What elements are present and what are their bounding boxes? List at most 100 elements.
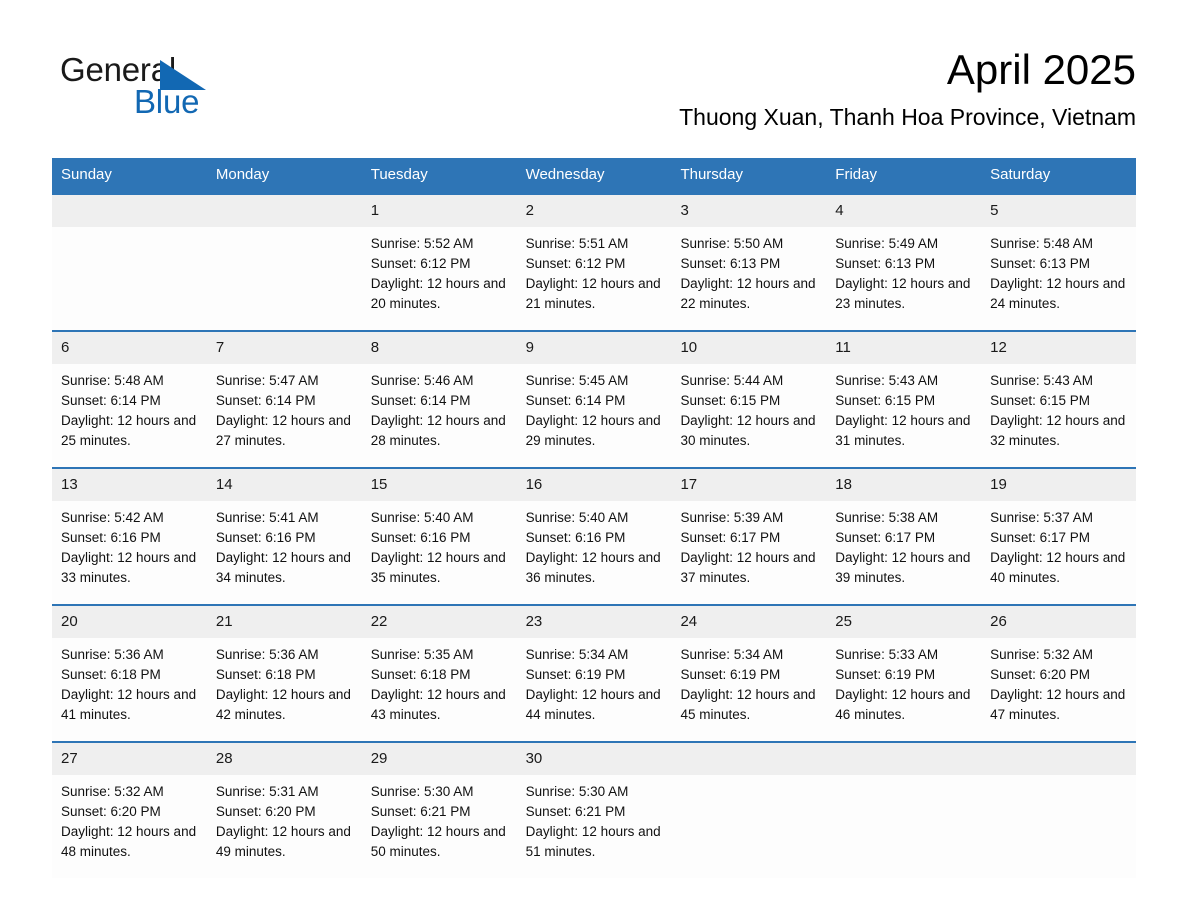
day-cell[interactable]: Sunrise: 5:45 AM Sunset: 6:14 PM Dayligh… — [517, 364, 672, 467]
day-cell[interactable] — [826, 775, 981, 878]
sunrise-text: Sunrise: 5:32 AM — [61, 784, 164, 799]
day-number[interactable]: 23 — [517, 606, 672, 638]
day-cell[interactable]: Sunrise: 5:40 AM Sunset: 6:16 PM Dayligh… — [517, 501, 672, 604]
sunrise-text: Sunrise: 5:46 AM — [370, 373, 474, 388]
day-number[interactable]: 29 — [362, 743, 517, 775]
sunset-text: Sunset: 6:21 PM — [525, 804, 626, 819]
day-number[interactable] — [207, 195, 362, 227]
weekday-header-row: Sunday Monday Tuesday Wednesday Thursday… — [52, 158, 1136, 193]
day-cell[interactable]: Sunrise: 5:31 AM Sunset: 6:20 PM Dayligh… — [207, 775, 362, 878]
daylight-text: Daylight: 12 hours and 51 minutes. — [525, 824, 661, 859]
day-number[interactable]: 9 — [517, 332, 672, 364]
daylight-text: Daylight: 12 hours and 27 minutes. — [215, 413, 351, 448]
day-cell[interactable]: Sunrise: 5:51 AM Sunset: 6:12 PM Dayligh… — [517, 227, 672, 330]
daylight-text: Daylight: 12 hours and 33 minutes. — [61, 550, 197, 585]
daylight-text: Daylight: 12 hours and 23 minutes. — [835, 276, 971, 311]
day-number[interactable]: 3 — [671, 195, 826, 227]
sunset-text: Sunset: 6:17 PM — [835, 530, 936, 545]
day-number[interactable]: 15 — [362, 469, 517, 501]
day-number[interactable]: 12 — [981, 332, 1136, 364]
day-number[interactable]: 20 — [52, 606, 207, 638]
week-detail-strip: Sunrise: 5:42 AM Sunset: 6:16 PM Dayligh… — [52, 501, 1136, 604]
day-cell[interactable] — [52, 227, 207, 330]
week-row: 27 28 29 30 Sunrise: 5:32 AM Sunset: 6:2… — [52, 741, 1136, 878]
day-cell[interactable]: Sunrise: 5:49 AM Sunset: 6:13 PM Dayligh… — [826, 227, 981, 330]
sunrise-text: Sunrise: 5:37 AM — [990, 510, 1093, 525]
sunset-text: Sunset: 6:13 PM — [835, 256, 936, 271]
day-cell[interactable]: Sunrise: 5:39 AM Sunset: 6:17 PM Dayligh… — [671, 501, 826, 604]
day-number[interactable]: 13 — [52, 469, 207, 501]
day-number[interactable]: 5 — [981, 195, 1136, 227]
day-number[interactable]: 18 — [826, 469, 981, 501]
day-cell[interactable]: Sunrise: 5:30 AM Sunset: 6:21 PM Dayligh… — [517, 775, 672, 878]
sunrise-text: Sunrise: 5:45 AM — [525, 373, 629, 388]
day-cell[interactable]: Sunrise: 5:34 AM Sunset: 6:19 PM Dayligh… — [671, 638, 826, 741]
day-number[interactable]: 30 — [517, 743, 672, 775]
day-cell[interactable]: Sunrise: 5:43 AM Sunset: 6:15 PM Dayligh… — [981, 364, 1136, 467]
week-daynumber-strip: 1 2 3 4 5 — [52, 195, 1136, 227]
day-number[interactable]: 16 — [517, 469, 672, 501]
day-cell[interactable] — [671, 775, 826, 878]
day-number[interactable]: 19 — [981, 469, 1136, 501]
day-cell[interactable]: Sunrise: 5:48 AM Sunset: 6:14 PM Dayligh… — [52, 364, 207, 467]
general-blue-logo[interactable]: General Blue — [60, 52, 320, 136]
day-cell[interactable]: Sunrise: 5:41 AM Sunset: 6:16 PM Dayligh… — [207, 501, 362, 604]
day-cell[interactable]: Sunrise: 5:42 AM Sunset: 6:16 PM Dayligh… — [52, 501, 207, 604]
sunset-text: Sunset: 6:19 PM — [835, 667, 936, 682]
sunset-text: Sunset: 6:16 PM — [370, 530, 471, 545]
day-cell[interactable]: Sunrise: 5:38 AM Sunset: 6:17 PM Dayligh… — [826, 501, 981, 604]
day-cell[interactable]: Sunrise: 5:36 AM Sunset: 6:18 PM Dayligh… — [52, 638, 207, 741]
day-number[interactable]: 6 — [52, 332, 207, 364]
sunrise-text: Sunrise: 5:33 AM — [835, 647, 939, 662]
day-cell[interactable]: Sunrise: 5:52 AM Sunset: 6:12 PM Dayligh… — [362, 227, 517, 330]
day-cell[interactable]: Sunrise: 5:36 AM Sunset: 6:18 PM Dayligh… — [207, 638, 362, 741]
day-cell[interactable]: Sunrise: 5:33 AM Sunset: 6:19 PM Dayligh… — [826, 638, 981, 741]
day-cell[interactable]: Sunrise: 5:40 AM Sunset: 6:16 PM Dayligh… — [362, 501, 517, 604]
sunset-text: Sunset: 6:17 PM — [990, 530, 1090, 545]
day-cell[interactable]: Sunrise: 5:32 AM Sunset: 6:20 PM Dayligh… — [981, 638, 1136, 741]
sunrise-text: Sunrise: 5:36 AM — [61, 647, 164, 662]
day-number[interactable]: 7 — [207, 332, 362, 364]
day-number[interactable]: 28 — [207, 743, 362, 775]
weekday-header-wednesday: Wednesday — [525, 166, 605, 183]
day-number[interactable]: 26 — [981, 606, 1136, 638]
day-number[interactable]: 2 — [517, 195, 672, 227]
day-number[interactable]: 4 — [826, 195, 981, 227]
day-cell[interactable]: Sunrise: 5:32 AM Sunset: 6:20 PM Dayligh… — [52, 775, 207, 878]
day-number[interactable] — [981, 743, 1136, 775]
day-cell[interactable]: Sunrise: 5:44 AM Sunset: 6:15 PM Dayligh… — [671, 364, 826, 467]
day-number[interactable]: 8 — [362, 332, 517, 364]
day-number[interactable]: 24 — [671, 606, 826, 638]
daylight-text: Daylight: 12 hours and 32 minutes. — [990, 413, 1126, 448]
daylight-text: Daylight: 12 hours and 34 minutes. — [215, 550, 351, 585]
day-cell[interactable]: Sunrise: 5:46 AM Sunset: 6:14 PM Dayligh… — [362, 364, 517, 467]
sunset-text: Sunset: 6:20 PM — [61, 804, 161, 819]
day-cell[interactable]: Sunrise: 5:47 AM Sunset: 6:14 PM Dayligh… — [207, 364, 362, 467]
daylight-text: Daylight: 12 hours and 39 minutes. — [835, 550, 971, 585]
day-number[interactable]: 25 — [826, 606, 981, 638]
day-number[interactable] — [671, 743, 826, 775]
day-number[interactable]: 22 — [362, 606, 517, 638]
day-cell[interactable]: Sunrise: 5:34 AM Sunset: 6:19 PM Dayligh… — [517, 638, 672, 741]
sunrise-text: Sunrise: 5:43 AM — [990, 373, 1093, 388]
day-number[interactable]: 14 — [207, 469, 362, 501]
day-cell[interactable] — [207, 227, 362, 330]
daylight-text: Daylight: 12 hours and 30 minutes. — [680, 413, 816, 448]
day-number[interactable]: 10 — [671, 332, 826, 364]
day-number[interactable]: 21 — [207, 606, 362, 638]
day-number[interactable] — [52, 195, 207, 227]
day-cell[interactable]: Sunrise: 5:43 AM Sunset: 6:15 PM Dayligh… — [826, 364, 981, 467]
day-cell[interactable]: Sunrise: 5:30 AM Sunset: 6:21 PM Dayligh… — [362, 775, 517, 878]
day-number[interactable]: 11 — [826, 332, 981, 364]
day-cell[interactable]: Sunrise: 5:48 AM Sunset: 6:13 PM Dayligh… — [981, 227, 1136, 330]
day-number[interactable]: 17 — [671, 469, 826, 501]
day-cell[interactable] — [981, 775, 1136, 878]
day-cell[interactable]: Sunrise: 5:37 AM Sunset: 6:17 PM Dayligh… — [981, 501, 1136, 604]
day-cell[interactable]: Sunrise: 5:35 AM Sunset: 6:18 PM Dayligh… — [362, 638, 517, 741]
day-cell[interactable]: Sunrise: 5:50 AM Sunset: 6:13 PM Dayligh… — [671, 227, 826, 330]
day-number[interactable]: 1 — [362, 195, 517, 227]
sunset-text: Sunset: 6:16 PM — [215, 530, 316, 545]
day-number[interactable]: 27 — [52, 743, 207, 775]
day-number[interactable] — [826, 743, 981, 775]
daylight-text: Daylight: 12 hours and 20 minutes. — [370, 276, 506, 311]
